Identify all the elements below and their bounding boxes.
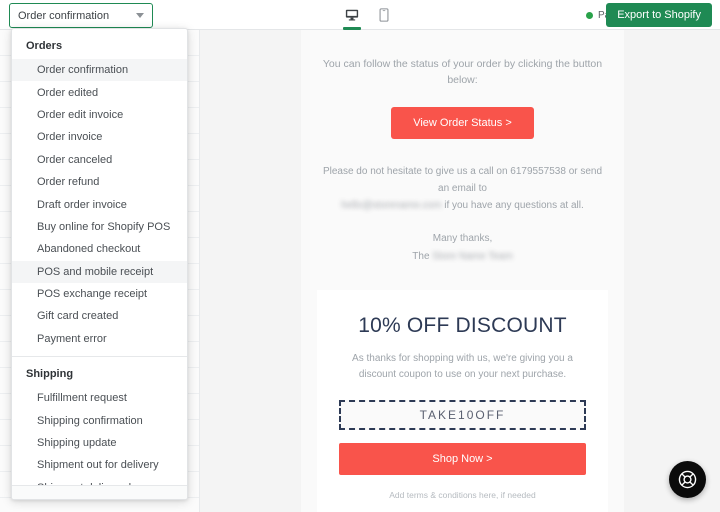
mobile-preview-button[interactable] [373,0,395,30]
signoff-block: Many thanks, The Store Name Team [317,230,608,265]
signoff-signature: The Store Name Team [317,248,608,265]
order-follow-text: You can follow the status of your order … [322,58,603,86]
top-toolbar: Order confirmation Paid Export to Shopif… [0,0,720,30]
signoff-thanks: Many thanks, [432,233,493,244]
contact-line-2: if you have any questions at all. [444,200,584,211]
template-selector[interactable]: Order confirmation [9,3,153,28]
chevron-down-icon [136,13,144,18]
dropdown-item-shipping-confirmation[interactable]: Shipping confirmation [12,409,187,431]
terms-placeholder-text: Add terms & conditions here, if needed [389,490,536,500]
contact-line-1: Please do not hesitate to give us a call… [322,166,603,194]
dropdown-item-order-confirmation[interactable]: Order confirmation [12,59,187,82]
mobile-phone-icon [379,8,389,22]
status-dot-icon [585,11,593,19]
dropdown-item-pos-exchange-receipt[interactable]: POS exchange receipt [12,283,187,305]
dropdown-group-title-shipping: Shipping [26,368,74,381]
contact-email-redacted: hello@storename.com [341,200,442,211]
export-to-shopify-button[interactable]: Export to Shopify [606,3,712,27]
desktop-monitor-icon [345,9,359,21]
dropdown-item-order-refund[interactable]: Order refund [12,171,187,193]
discount-subtitle: As thanks for shopping with us, we're gi… [352,353,573,380]
dropdown-item-shipping-update[interactable]: Shipping update [12,432,187,454]
email-body: You can follow the status of your order … [301,30,624,512]
coupon-code: TAKE10OFF [419,408,506,422]
view-order-status-button[interactable]: View Order Status > [391,107,534,139]
help-support-button[interactable] [669,461,706,498]
signoff-store-name-redacted: Store Name Team [432,251,513,262]
email-sheet: You can follow the status of your order … [301,30,624,512]
dropdown-item-buy-online-for-shopify-pos[interactable]: Buy online for Shopify POS [12,216,187,238]
dropdown-item-payment-error[interactable]: Payment error [12,328,187,350]
dropdown-item-draft-order-invoice[interactable]: Draft order invoice [12,193,187,215]
shop-now-button[interactable]: Shop Now > [339,443,586,475]
lifebuoy-icon [678,470,697,489]
dropdown-scroll-region[interactable]: Orders Order confirmation Order edited O… [12,29,187,499]
coupon-code-box: TAKE10OFF [339,400,586,430]
dropdown-item-shipment-out-for-delivery[interactable]: Shipment out for delivery [12,454,187,476]
dropdown-footer-bar [12,485,187,499]
dropdown-item-order-edited[interactable]: Order edited [12,81,187,103]
device-preview-toggle [341,0,395,30]
desktop-preview-button[interactable] [341,0,363,30]
dropdown-group-title-orders: Orders [26,40,63,52]
dropdown-item-order-edit-invoice[interactable]: Order edit invoice [12,104,187,126]
discount-card: 10% OFF DISCOUNT As thanks for shopping … [317,290,608,512]
dropdown-item-order-invoice[interactable]: Order invoice [12,126,187,148]
dropdown-item-gift-card-created[interactable]: Gift card created [12,305,187,327]
email-preview-area: You can follow the status of your order … [200,30,720,512]
dropdown-item-pos-and-mobile-receipt[interactable]: POS and mobile receipt [12,260,187,283]
template-dropdown-menu: Orders Order confirmation Order edited O… [11,28,188,500]
contact-info-text: Please do not hesitate to give us a call… [317,163,608,214]
dropdown-item-abandoned-checkout[interactable]: Abandoned checkout [12,238,187,260]
signoff-prefix: The [412,251,430,262]
template-selector-value: Order confirmation [18,9,110,22]
dropdown-item-fulfillment-request[interactable]: Fulfillment request [12,387,187,409]
discount-title: 10% OFF DISCOUNT [358,314,567,337]
dropdown-item-order-canceled[interactable]: Order canceled [12,149,187,171]
